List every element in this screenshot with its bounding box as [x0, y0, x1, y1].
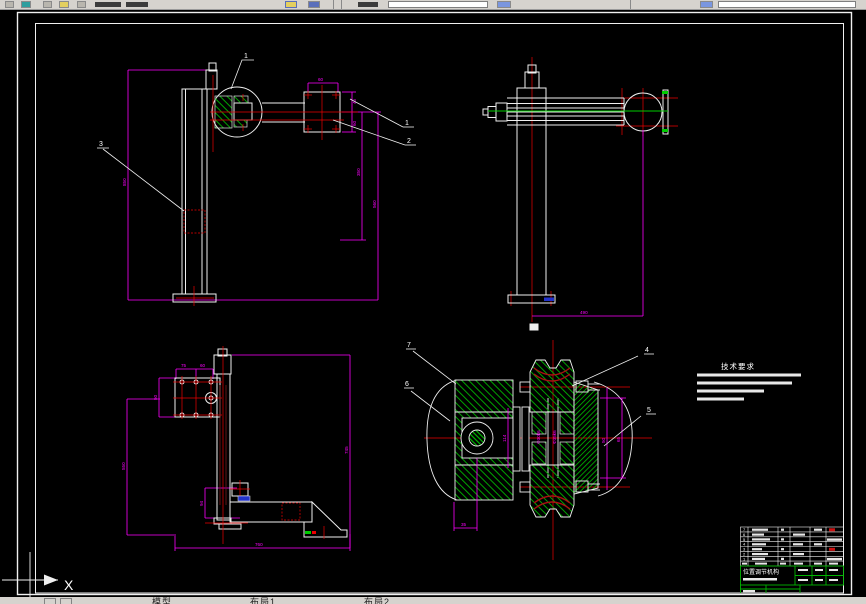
- dim-label: 114: [502, 434, 507, 442]
- toolbar-icon-zoom-previous[interactable]: [308, 1, 320, 8]
- toolbar-icon-layer-states[interactable]: [497, 1, 511, 8]
- tab-scroll-button-right[interactable]: [60, 598, 72, 604]
- toolbar-icon-color-control[interactable]: [700, 1, 713, 8]
- dim-label: 35: [461, 522, 467, 527]
- drawing-title: 位置调节机构: [743, 568, 779, 576]
- toolbar-icon-preview[interactable]: [77, 1, 86, 8]
- cad-application-window: { "colors": { "background": "#000000", "…: [0, 0, 866, 604]
- dim-label: 490: [580, 310, 588, 315]
- tab-layout2[interactable]: 布局2: [364, 598, 390, 604]
- dim-label: 550: [121, 462, 126, 470]
- balloon-4: 4: [645, 347, 649, 354]
- dim-label: 850: [122, 178, 127, 186]
- dim-label: Φ35k6: [552, 430, 557, 444]
- dim-label: 50: [153, 394, 158, 400]
- balloon-7: 7: [407, 342, 411, 349]
- dim-label: 65: [616, 436, 621, 442]
- dim-label: 50: [601, 437, 606, 443]
- drawing-canvas[interactable]: 60 45 60 350 560 850 1 1 2 3 490 75 60 5…: [0, 0, 866, 604]
- tab-layout1[interactable]: 布局1: [250, 598, 276, 604]
- balloon-1: 1: [244, 53, 248, 60]
- paper-background: [0, 0, 866, 604]
- balloon-6: 6: [405, 381, 409, 388]
- toolbar-separator-2: [630, 0, 631, 9]
- dim-label: 60: [352, 120, 357, 126]
- color-combobox[interactable]: [718, 1, 856, 8]
- toolbar-icon-open[interactable]: [21, 1, 31, 8]
- tech-requirements-title: 技术要求: [721, 361, 755, 371]
- toolbar-icon-save[interactable]: [43, 1, 52, 8]
- toolbar-icon-match-properties[interactable]: [95, 2, 121, 7]
- dim-label: 60: [200, 363, 206, 368]
- toolbar-icon-new[interactable]: [5, 1, 14, 8]
- note-line-2: [697, 381, 792, 385]
- balloon-5: 5: [647, 407, 651, 414]
- dim-label: 350: [356, 168, 361, 176]
- dim-label: 745: [344, 446, 349, 454]
- tab-scroll-button-left[interactable]: [44, 598, 56, 604]
- toolbar-separator: [333, 0, 334, 9]
- top-toolbar: [0, 0, 866, 10]
- toolbar-icon-layers[interactable]: [358, 2, 378, 7]
- dim-label: 60: [318, 77, 324, 82]
- dim-label: 560: [372, 200, 377, 208]
- dim-label: Φ30k6: [536, 430, 541, 444]
- layer-combobox[interactable]: [388, 1, 488, 8]
- dim-label: 760: [255, 542, 263, 547]
- note-line-4: [697, 397, 744, 401]
- tab-model[interactable]: 模型: [152, 598, 172, 604]
- toolbar-icon-zoom-window[interactable]: [285, 1, 297, 8]
- layout-tab-bar: 模型 布局1 布局2: [0, 597, 866, 604]
- note-line-1: [697, 373, 801, 377]
- dim-label: 94: [199, 500, 204, 506]
- toolbar-icon-undo[interactable]: [126, 2, 148, 7]
- dim-label: 75: [181, 363, 187, 368]
- toolbar-icon-plot[interactable]: [59, 1, 69, 8]
- note-line-3: [697, 389, 764, 393]
- balloon-1b: 1: [405, 120, 409, 127]
- balloon-2: 2: [407, 138, 411, 145]
- ucs-x-label: X: [64, 577, 74, 593]
- balloon-3: 3: [99, 141, 103, 148]
- toolbar-grip[interactable]: [341, 0, 342, 9]
